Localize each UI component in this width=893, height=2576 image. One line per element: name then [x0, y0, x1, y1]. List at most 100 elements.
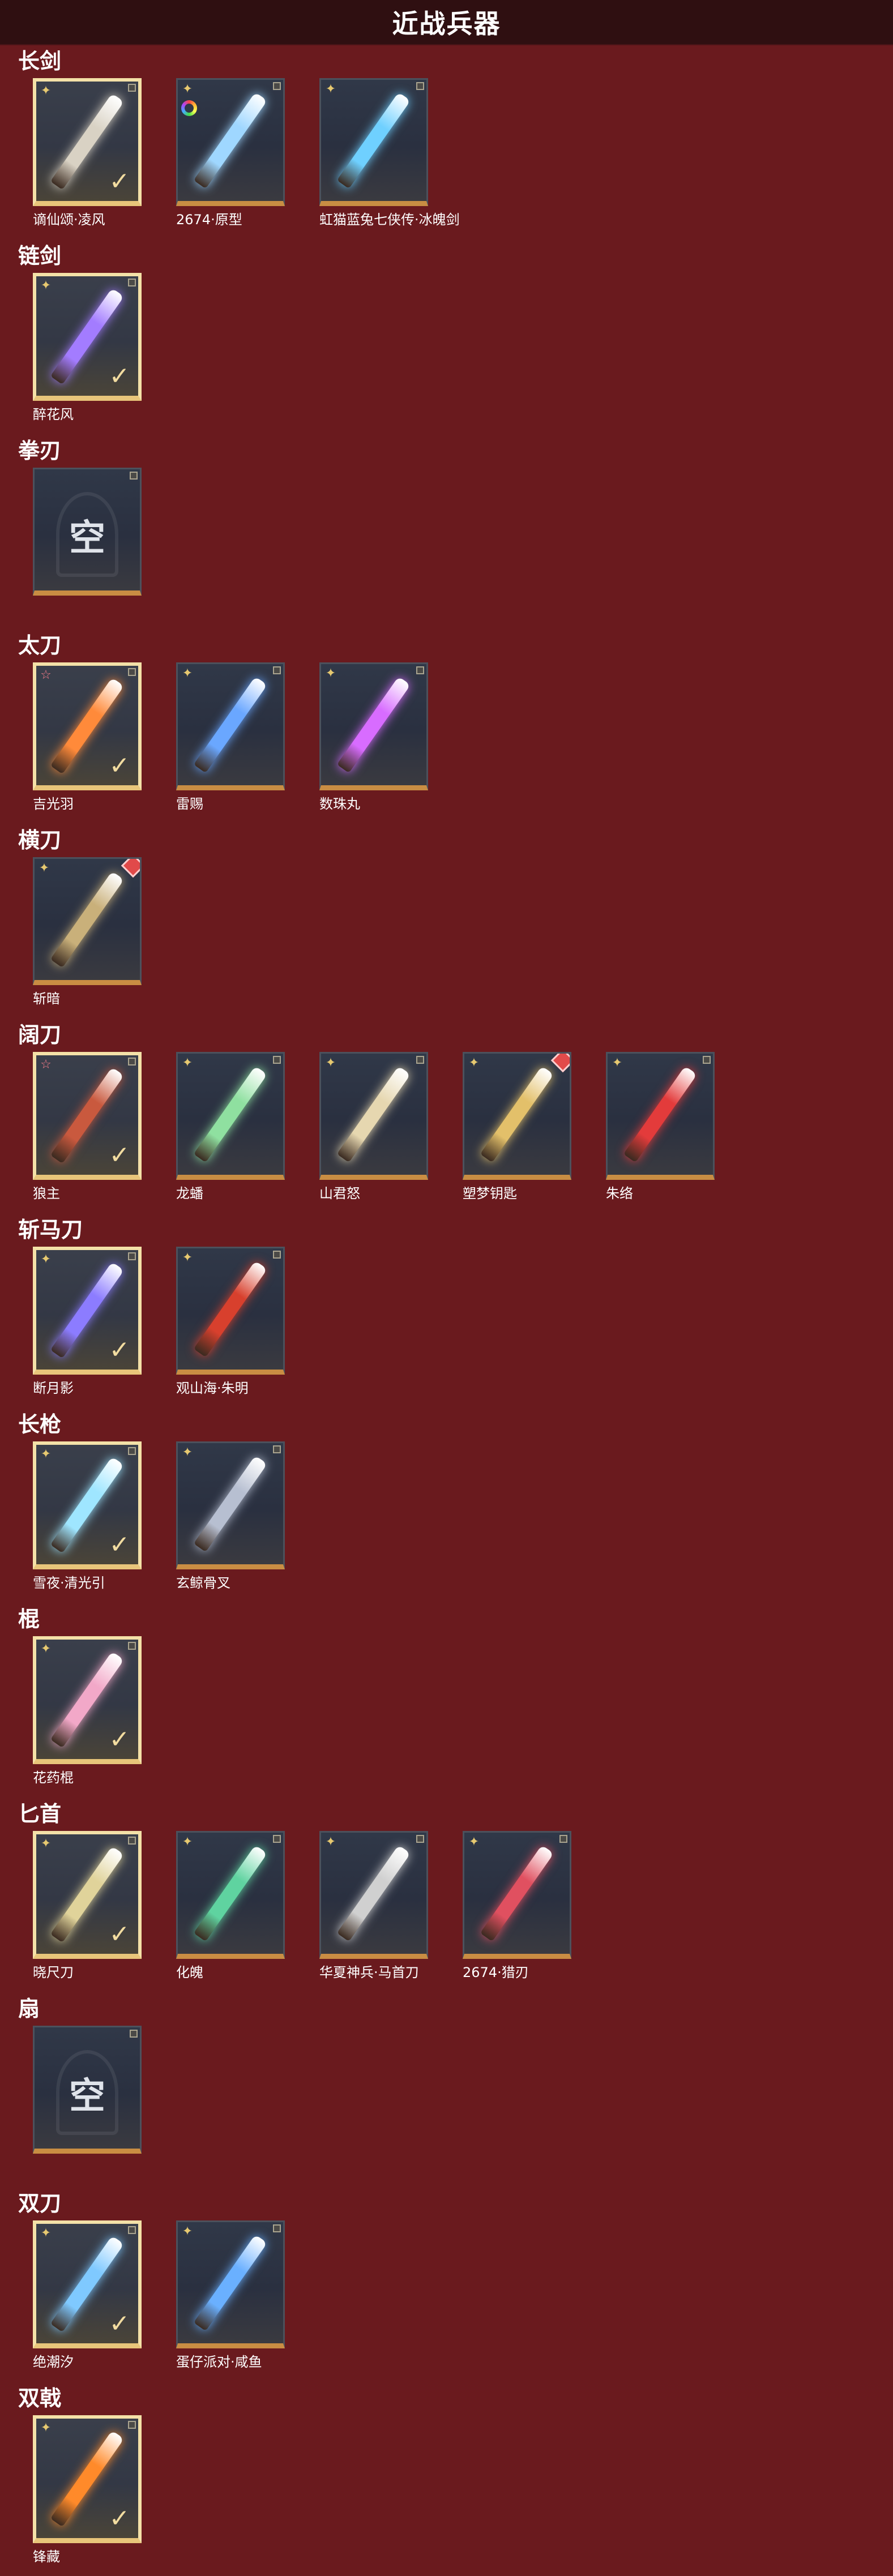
equipped-check-icon: ✓ [109, 2309, 130, 2338]
weapon-category-section: 双刀 ✦ ✓ 绝潮汐 ✦ 蛋仔派对·咸鱼 [0, 2191, 893, 2378]
weapon-image [193, 2234, 268, 2331]
weapon-name: 朱络 [606, 1186, 633, 1201]
category-title: 太刀 [18, 633, 62, 658]
weapon-card[interactable]: ✦ 2674·猎刃 [463, 1831, 571, 1982]
weapon-frame: ✦ [176, 2220, 285, 2348]
weapon-name: 斩暗 [33, 991, 60, 1007]
rainbow-ring-icon [181, 100, 197, 116]
shuriken-star-icon: ✦ [40, 2421, 52, 2435]
equipped-check-icon: ✓ [109, 167, 130, 196]
weapon-card[interactable]: ✦ 朱络 [606, 1052, 715, 1203]
weapon-image [193, 92, 268, 189]
weapon-card[interactable]: ✦ ✓ 锋藏 [33, 2415, 142, 2566]
shuriken-star-icon: ✦ [40, 1837, 52, 1851]
category-title: 斩马刀 [18, 1217, 83, 1242]
equipped-check-icon: ✓ [109, 2504, 130, 2533]
weapon-frame: ✦ ✓ [33, 1831, 142, 1959]
weapon-name: 2674·猎刃 [463, 1965, 529, 1980]
weapon-name: 醉花风 [33, 406, 74, 422]
weapon-card[interactable]: ✦ 化魄 [176, 1831, 285, 1982]
weapon-category-section: 棍 ✦ ✓ 花药棍 [0, 1607, 893, 1794]
weapon-card[interactable]: ✦ 观山海·朱明 [176, 1247, 285, 1397]
corner-marker-icon [273, 2224, 281, 2232]
shuriken-star-icon: ✦ [182, 1445, 193, 1460]
weapon-card[interactable]: ✦ 雷赐 [176, 662, 285, 813]
corner-marker-icon [128, 1837, 136, 1845]
weapon-name: 蛋仔派对·咸鱼 [176, 2354, 262, 2370]
weapon-category-section: 阔刀 ☆ ✓ 狼主 ✦ 龙蟠 ✦ 山君怒 ✦ 塑梦钥匙 ✦ 朱络 [0, 1022, 893, 1209]
corner-marker-icon [416, 82, 424, 90]
weapon-name: 花药棍 [33, 1770, 74, 1786]
category-title: 双戟 [18, 2386, 62, 2411]
empty-weapon-slot[interactable]: 空 [33, 2026, 142, 2176]
equipped-check-icon: ✓ [109, 1530, 130, 1559]
shuriken-star-icon: ✦ [182, 666, 193, 681]
weapon-name: 锋藏 [33, 2549, 60, 2565]
shuriken-star-icon: ✦ [325, 82, 336, 96]
corner-marker-icon [130, 472, 138, 480]
weapon-frame: 空 [33, 468, 142, 596]
corner-marker-icon [128, 1447, 136, 1455]
weapon-card[interactable]: ☆ ✓ 狼主 [33, 1052, 142, 1203]
weapon-frame: ✦ [176, 1052, 285, 1180]
weapon-image [336, 1845, 411, 1942]
weapon-image [623, 1066, 698, 1163]
weapon-card[interactable]: ✦ ✓ 断月影 [33, 1247, 142, 1397]
shuriken-star-icon: ✦ [325, 666, 336, 681]
weapon-category-section: 长剑 ✦ ✓ 谪仙颂·凌风 ✦ 2674·原型 ✦ 虹猫蓝兔七侠传·冰魄剑 [0, 49, 893, 236]
corner-marker-icon [130, 2030, 138, 2038]
weapon-category-section: 链剑 ✦ ✓ 醉花风 [0, 243, 893, 430]
weapon-card[interactable]: ✦ ✓ 醉花风 [33, 273, 142, 423]
category-title: 链剑 [18, 243, 62, 268]
weapon-card[interactable]: ✦ ✓ 谪仙颂·凌风 [33, 78, 142, 229]
weapon-image [336, 676, 411, 773]
weapon-frame: ✦ [319, 1831, 428, 1959]
weapon-image [480, 1066, 554, 1163]
corner-marker-icon [128, 2421, 136, 2429]
weapon-card[interactable]: ✦ 数珠丸 [319, 662, 428, 813]
weapon-card[interactable]: ✦ 斩暗 [33, 857, 142, 1008]
weapon-card[interactable]: ☆ ✓ 吉光羽 [33, 662, 142, 813]
corner-marker-icon [273, 82, 281, 90]
shuriken-star-icon: ✦ [40, 1447, 52, 1461]
weapon-image [336, 1066, 411, 1163]
weapon-card[interactable]: ✦ 蛋仔派对·咸鱼 [176, 2220, 285, 2371]
corner-marker-icon [128, 1058, 136, 1066]
shuriken-star-icon: ✦ [468, 1056, 480, 1070]
shuriken-star-icon: ✦ [182, 2224, 193, 2239]
weapon-card[interactable]: ✦ 玄鲸骨叉 [176, 1441, 285, 1592]
weapon-frame: 空 [33, 2026, 142, 2154]
category-title: 扇 [18, 1996, 40, 2021]
weapon-image [193, 1845, 268, 1942]
weapon-card[interactable]: ✦ 虹猫蓝兔七侠传·冰魄剑 [319, 78, 460, 229]
empty-weapon-slot[interactable]: 空 [33, 468, 142, 618]
weapon-card[interactable]: ✦ 2674·原型 [176, 78, 285, 229]
weapon-card[interactable]: ✦ 塑梦钥匙 [463, 1052, 571, 1203]
rare-star-icon: ☆ [40, 668, 52, 682]
weapon-frame: ✦ ✓ [33, 78, 142, 206]
shuriken-star-icon: ✦ [182, 1835, 193, 1849]
weapon-frame: ✦ ✓ [33, 1247, 142, 1375]
shuriken-star-icon: ✦ [40, 1252, 52, 1266]
category-title: 拳刃 [18, 438, 62, 463]
corner-marker-icon [273, 1835, 281, 1843]
weapon-image [193, 1260, 268, 1358]
weapon-card[interactable]: ✦ ✓ 晓尺刀 [33, 1831, 142, 1982]
shuriken-star-icon: ✦ [182, 1251, 193, 1265]
weapon-card[interactable]: ✦ ✓ 绝潮汐 [33, 2220, 142, 2371]
corner-marker-icon [559, 1835, 567, 1843]
corner-marker-icon [128, 2226, 136, 2234]
weapon-name: 观山海·朱明 [176, 1380, 249, 1396]
weapon-card[interactable]: ✦ 华夏神兵·马首刀 [319, 1831, 428, 1982]
weapon-name: 虹猫蓝兔七侠传·冰魄剑 [319, 212, 460, 228]
weapon-card[interactable]: ✦ 龙蟠 [176, 1052, 285, 1203]
category-title: 阔刀 [18, 1022, 62, 1047]
shuriken-star-icon: ✦ [40, 1642, 52, 1656]
category-title: 棍 [18, 1607, 40, 1632]
weapon-category-section: 长枪 ✦ ✓ 雪夜·清光引 ✦ 玄鲸骨叉 [0, 1412, 893, 1599]
weapon-frame: ✦ ✓ [33, 273, 142, 401]
weapon-card[interactable]: ✦ ✓ 雪夜·清光引 [33, 1441, 142, 1592]
weapon-card[interactable]: ✦ ✓ 花药棍 [33, 1636, 142, 1787]
weapon-frame: ✦ [33, 857, 142, 985]
weapon-card[interactable]: ✦ 山君怒 [319, 1052, 428, 1203]
